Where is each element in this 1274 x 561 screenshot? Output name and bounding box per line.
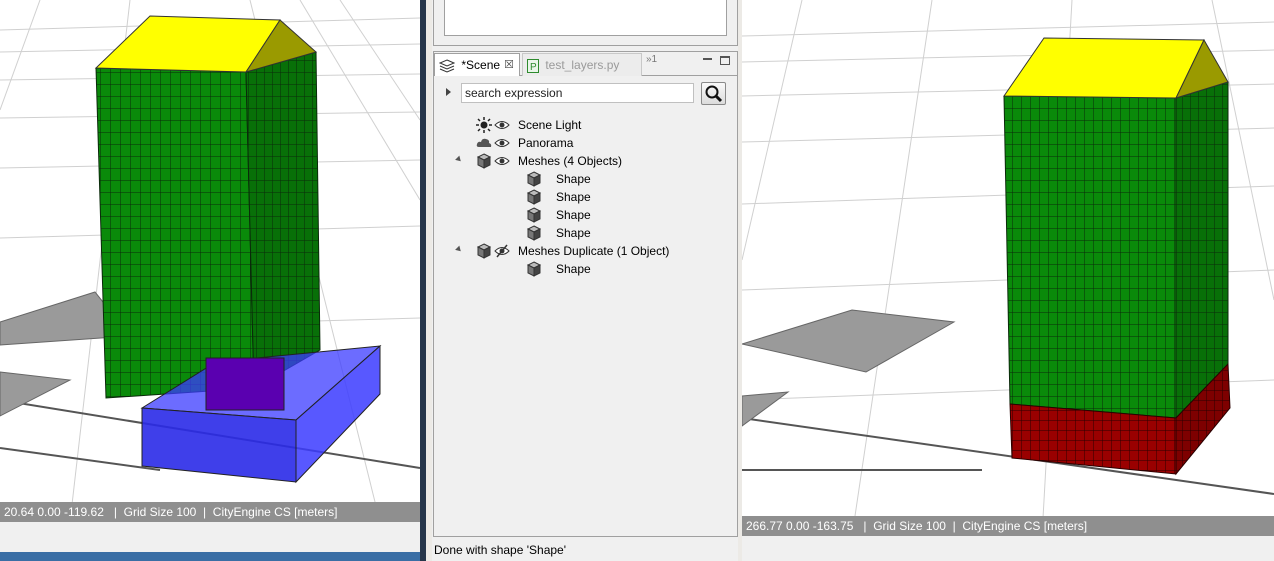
purple-core (205, 357, 285, 411)
search-row (434, 80, 737, 106)
left-viewport-status: 20.64 0.00 -119.62 | Grid Size 100 | Cit… (0, 502, 420, 522)
top-editor-panel (433, 0, 738, 46)
tower-side-face (245, 51, 321, 389)
maximize-icon[interactable] (720, 56, 730, 65)
eye-icon[interactable] (494, 153, 510, 169)
cube-icon (526, 225, 542, 241)
status-bar: Done with shape 'Shape' (434, 543, 567, 557)
tower-side-face (1175, 81, 1229, 420)
tower-front-face (1003, 95, 1177, 419)
python-file-icon: P (527, 58, 539, 73)
tree-item-label: Scene Light (518, 118, 582, 132)
eye-icon[interactable] (494, 135, 510, 151)
scene-panel: *Scene ☒ P test_layers.py »1 search expr… (433, 51, 738, 537)
expanded-chevron-icon[interactable] (455, 245, 463, 254)
tree-item-label: Shape (556, 172, 591, 186)
right-viewport-canvas (742, 0, 1274, 536)
right-viewport-status: 266.77 0.00 -163.75 | Grid Size 100 | Ci… (742, 516, 1274, 536)
layers-icon (439, 59, 455, 73)
svg-text:P: P (530, 62, 537, 73)
search-icon (705, 85, 723, 103)
eye-hidden-icon[interactable] (494, 243, 510, 259)
panel-splitter-gap (426, 0, 432, 561)
blue-box-front (141, 407, 297, 483)
tab-scene[interactable]: *Scene ☒ (434, 53, 520, 76)
left-3d-viewport[interactable]: 20.64 0.00 -119.62 | Grid Size 100 | Cit… (0, 0, 420, 522)
mesh-layer-icon (476, 243, 492, 259)
close-icon[interactable]: ☒ (504, 54, 514, 76)
tree-item-label: Meshes Duplicate (1 Object) (518, 244, 670, 258)
tab-overflow-button[interactable]: »1 (646, 54, 657, 65)
tree-item-label: Shape (556, 226, 591, 240)
mesh-layer-icon (476, 153, 492, 169)
cube-icon (526, 207, 542, 223)
expand-filter-icon[interactable] (446, 88, 451, 96)
tab-test-layers-label: test_layers.py (545, 58, 620, 72)
cube-icon (526, 189, 542, 205)
right-3d-viewport[interactable]: 266.77 0.00 -163.75 | Grid Size 100 | Ci… (742, 0, 1274, 536)
tab-scene-label: *Scene (461, 58, 501, 72)
scene-tab-bar: *Scene ☒ P test_layers.py »1 (434, 52, 737, 76)
ground-patch (742, 309, 956, 373)
expanded-chevron-icon[interactable] (455, 155, 463, 164)
eye-icon[interactable] (494, 117, 510, 133)
cloud-icon (476, 138, 492, 147)
roof-front (1003, 37, 1205, 99)
sun-icon (476, 117, 492, 133)
top-editor-text-area[interactable] (444, 0, 727, 36)
minimize-icon[interactable] (702, 55, 714, 67)
tree-item-label: Shape (556, 262, 591, 276)
tree-item-label: Panorama (518, 136, 574, 150)
cube-icon (526, 261, 542, 277)
cube-icon (526, 171, 542, 187)
tree-item-label: Shape (556, 208, 591, 222)
tab-test-layers[interactable]: P test_layers.py (522, 53, 642, 76)
tree-item-label: Meshes (4 Objects) (518, 154, 623, 168)
left-bottom-divider (0, 552, 420, 561)
left-viewport-canvas (0, 0, 420, 522)
tree-item-label: Shape (556, 190, 591, 204)
tower-front-face (95, 67, 255, 399)
search-input[interactable] (461, 83, 694, 103)
search-button[interactable] (701, 82, 726, 105)
